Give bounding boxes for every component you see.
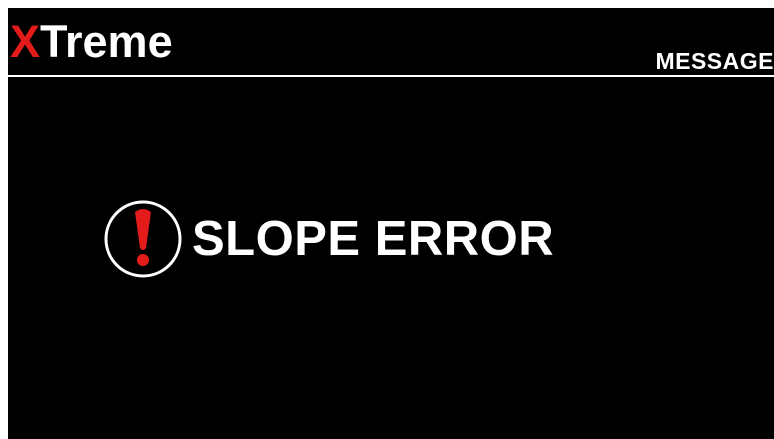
message-row: SLOPE ERROR [102,200,555,278]
exclamation-circle-icon [104,200,182,278]
brand-logo: XTreme [10,16,173,68]
header-bar: XTreme MESSAGE [8,8,774,77]
header-divider [8,75,774,77]
brand-name: Treme [40,16,173,67]
error-message: SLOPE ERROR [192,212,555,266]
screen-title: MESSAGE [655,48,774,74]
display-screen: XTreme MESSAGE SLOPE ERROR [8,8,774,439]
brand-accent-letter: X [10,16,41,67]
